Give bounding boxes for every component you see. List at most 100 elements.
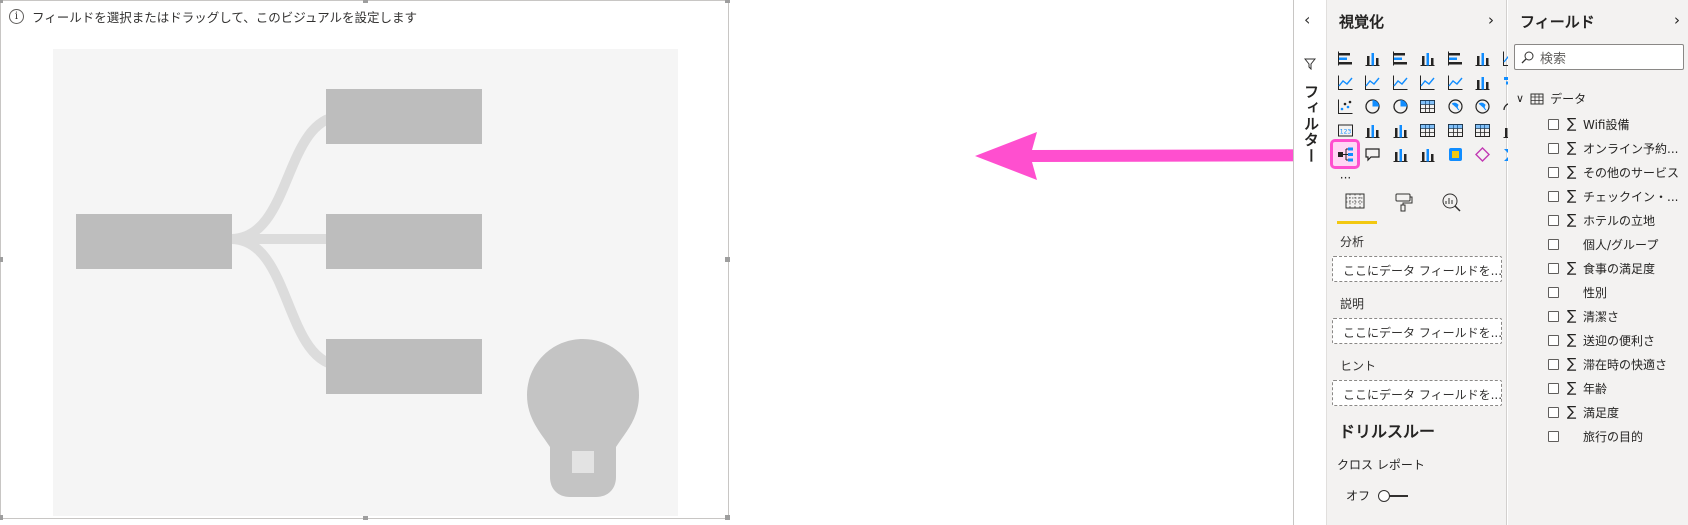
stacked-bar-chart-icon[interactable] [1333, 46, 1357, 70]
waterfall-chart-icon[interactable] [1471, 70, 1495, 94]
field-item[interactable]: ∑ 食事の満足度 [1548, 256, 1679, 280]
field-item[interactable]: ∑ 滞在時の快適さ [1548, 352, 1679, 376]
chevron-left-icon[interactable]: ‹ [1304, 10, 1310, 29]
field-name: Wifi設備 [1583, 117, 1630, 132]
field-item[interactable]: ∑ ホテルの立地 [1548, 208, 1679, 232]
clustered-column-chart-icon[interactable] [1361, 46, 1385, 70]
resize-handle[interactable] [725, 257, 730, 262]
filter-icon [1304, 58, 1316, 70]
map-icon[interactable] [1443, 94, 1467, 118]
chevron-right-icon[interactable]: › [1488, 11, 1494, 29]
area-chart-icon[interactable] [1333, 70, 1357, 94]
well-analyze[interactable]: ここにデータ フィールドを... [1332, 256, 1502, 282]
field-item[interactable]: ∑ チェックイン・... [1548, 184, 1679, 208]
fields-tab-icon[interactable] [1337, 192, 1377, 224]
field-item[interactable]: ∑ オンライン予約... [1548, 136, 1679, 160]
chevron-down-icon[interactable]: ∨ [1516, 92, 1524, 105]
field-checkbox[interactable] [1548, 358, 1559, 370]
multi-row-card-icon[interactable] [1361, 118, 1385, 142]
filled-map-icon[interactable] [1471, 94, 1495, 118]
qa-icon[interactable] [1361, 142, 1385, 166]
field-checkbox[interactable] [1548, 214, 1559, 226]
field-checkbox[interactable] [1548, 406, 1559, 418]
paginated-report-icon[interactable] [1416, 142, 1440, 166]
field-checkbox[interactable] [1548, 310, 1559, 322]
cross-report-toggle-row: オフ [1346, 487, 1409, 504]
well-label-tooltips: ヒント [1340, 359, 1377, 373]
field-item[interactable]: ∑ 清潔さ [1548, 304, 1679, 328]
field-name: チェックイン・... [1583, 189, 1679, 204]
svg-text:123: 123 [1339, 128, 1351, 135]
card-icon[interactable]: 123 [1333, 118, 1357, 142]
sigma-icon: ∑ [1567, 332, 1577, 348]
python-visual-icon[interactable] [1443, 142, 1467, 166]
line-clustered-column-chart-icon[interactable] [1388, 70, 1412, 94]
child-node [326, 89, 482, 144]
matrix-icon[interactable] [1471, 118, 1495, 142]
pane-title: 視覚化 [1339, 13, 1385, 31]
root-node [76, 214, 232, 269]
more-visuals-icon[interactable]: ··· [1333, 166, 1357, 190]
resize-handle[interactable] [0, 0, 3, 3]
field-item[interactable]: 旅行の目的 [1548, 424, 1679, 448]
field-name: 旅行の目的 [1583, 429, 1644, 444]
field-checkbox[interactable] [1548, 238, 1559, 250]
sigma-icon: ∑ [1567, 140, 1577, 156]
field-checkbox[interactable] [1548, 262, 1559, 274]
resize-handle[interactable] [725, 0, 730, 3]
scatter-chart-icon[interactable] [1333, 94, 1357, 118]
clustered-bar-chart-icon[interactable] [1388, 46, 1412, 70]
field-checkbox[interactable] [1548, 142, 1559, 154]
donut-chart-icon[interactable] [1388, 94, 1412, 118]
analytics-tab-icon[interactable] [1437, 192, 1465, 222]
stacked-column-chart-icon[interactable] [1416, 46, 1440, 70]
resize-handle[interactable] [0, 515, 3, 520]
smart-narrative-icon[interactable] [1388, 142, 1412, 166]
field-checkbox[interactable] [1548, 118, 1559, 130]
kpi-icon[interactable] [1388, 118, 1412, 142]
filters-label: フィルター [1302, 84, 1320, 164]
field-item[interactable]: ∑ その他のサービス [1548, 160, 1679, 184]
field-checkbox[interactable] [1548, 430, 1559, 442]
lightbulb-icon [527, 339, 639, 497]
format-tab-icon[interactable] [1389, 192, 1417, 222]
stacked-area-chart-icon[interactable] [1361, 70, 1385, 94]
field-name: ホテルの立地 [1583, 213, 1656, 228]
sigma-icon: ∑ [1567, 164, 1577, 180]
field-item[interactable]: 個人/グループ [1548, 232, 1679, 256]
resize-handle[interactable] [0, 257, 3, 262]
100-stacked-bar-chart-icon[interactable] [1443, 46, 1467, 70]
cross-report-toggle[interactable] [1378, 489, 1409, 502]
field-item[interactable]: ∑ 年齢 [1548, 376, 1679, 400]
field-checkbox[interactable] [1548, 166, 1559, 178]
well-tooltips[interactable]: ここにデータ フィールドを... [1332, 380, 1502, 406]
pie-chart-icon[interactable] [1361, 94, 1385, 118]
line-stacked-column-chart-icon[interactable] [1416, 70, 1440, 94]
field-item[interactable]: ∑ Wifi設備 [1548, 112, 1679, 136]
field-item[interactable]: 性別 [1548, 280, 1679, 304]
field-item[interactable]: ∑ 送迎の便利さ [1548, 328, 1679, 352]
field-checkbox[interactable] [1548, 190, 1559, 202]
field-checkbox[interactable] [1548, 286, 1559, 298]
ribbon-chart-icon[interactable] [1443, 70, 1467, 94]
field-checkbox[interactable] [1548, 382, 1559, 394]
field-checkbox[interactable] [1548, 334, 1559, 346]
power-apps-icon[interactable] [1471, 142, 1495, 166]
resize-handle[interactable] [363, 0, 368, 3]
chevron-right-icon[interactable]: › [1674, 11, 1680, 29]
decomposition-tree-icon[interactable] [1330, 139, 1360, 169]
search-placeholder: 検索 [1540, 51, 1567, 67]
well-explain[interactable]: ここにデータ フィールドを... [1332, 318, 1502, 344]
resize-handle[interactable] [725, 515, 730, 520]
100-stacked-column-chart-icon[interactable] [1471, 46, 1495, 70]
field-item[interactable]: ∑ 満足度 [1548, 400, 1679, 424]
table-node[interactable]: ∨ データ [1516, 90, 1586, 107]
decomposition-tree-visual[interactable]: i フィールドを選択またはドラッグして、このビジュアルを設定します [0, 0, 730, 520]
filters-pane-collapsed[interactable]: ‹ フィルター [1293, 0, 1327, 525]
treemap-icon[interactable] [1416, 94, 1440, 118]
pane-title: フィールド [1520, 13, 1595, 31]
child-node [326, 339, 482, 394]
search-input[interactable]: 検索 [1514, 44, 1684, 70]
table-icon[interactable] [1443, 118, 1467, 142]
slicer-icon[interactable] [1416, 118, 1440, 142]
